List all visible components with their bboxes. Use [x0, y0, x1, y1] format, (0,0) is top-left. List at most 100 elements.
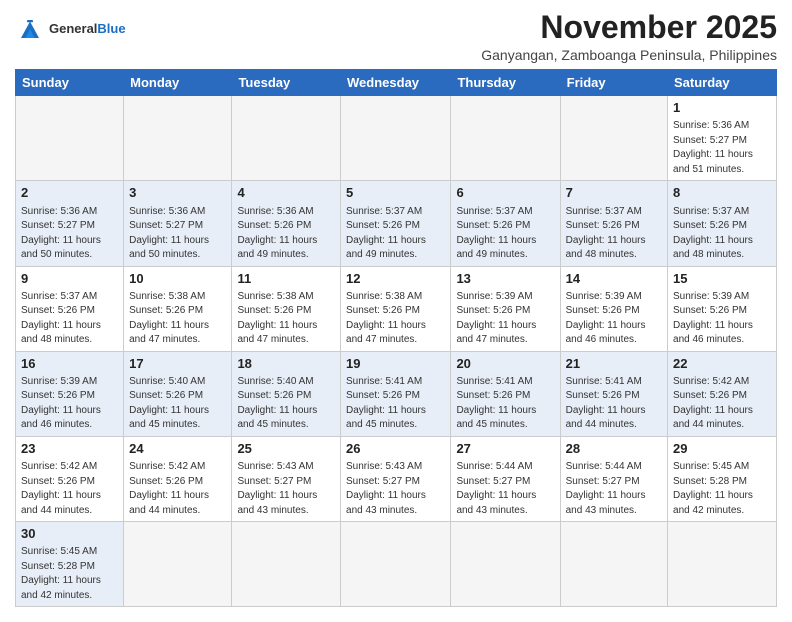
calendar-week-row: 16 Sunrise: 5:39 AMSunset: 5:26 PMDayligh… [16, 351, 777, 436]
calendar-day-cell: 13Sunrise: 5:39 AMSunset: 5:26 PMDayligh… [451, 266, 560, 351]
calendar-day-header: Monday [124, 70, 232, 96]
calendar-day-cell [232, 96, 341, 181]
calendar-day-cell: 5Sunrise: 5:37 AMSunset: 5:26 PMDaylight… [341, 181, 451, 266]
calendar-day-cell: 8 Sunrise: 5:37 AMSunset: 5:26 PMDaylight… [668, 181, 777, 266]
calendar-day-cell: 11 Sunrise: 5:38 AMSunset: 5:26 PMDayligh… [232, 266, 341, 351]
day-number: 6 [456, 184, 554, 202]
day-info: Sunrise: 5:41 AMSunset: 5:26 PMDaylight:… [456, 375, 554, 433]
day-info: Sunrise: 5:42 AMSunset: 5:26 PMDaylight:… [21, 460, 118, 518]
day-info: Sunrise: 5:45 AMSunset: 5:28 PMDaylight:… [21, 545, 118, 603]
calendar-day-header: Friday [560, 70, 667, 96]
calendar-day-cell: 16 Sunrise: 5:39 AMSunset: 5:26 PMDayligh… [16, 351, 124, 436]
calendar-day-cell: 3 Sunrise: 5:36 AMSunset: 5:27 PMDaylight… [124, 181, 232, 266]
day-number: 11 [237, 270, 335, 288]
day-info: Sunrise: 5:41 AMSunset: 5:26 PMDaylight:… [346, 375, 445, 433]
calendar-week-row: 9 Sunrise: 5:37 AMSunset: 5:26 PMDaylight… [16, 266, 777, 351]
calendar-day-cell: 14Sunrise: 5:39 AMSunset: 5:26 PMDayligh… [560, 266, 667, 351]
day-info: Sunrise: 5:39 AMSunset: 5:26 PMDaylight:… [566, 290, 662, 348]
calendar-day-cell [451, 96, 560, 181]
day-number: 17 [129, 355, 226, 373]
calendar-day-cell: 20 Sunrise: 5:41 AMSunset: 5:26 PMDayligh… [451, 351, 560, 436]
day-number: 8 [673, 184, 771, 202]
day-number: 9 [21, 270, 118, 288]
day-info: Sunrise: 5:37 AMSunset: 5:26 PMDaylight:… [673, 205, 771, 263]
calendar-day-cell [16, 96, 124, 181]
day-number: 30 [21, 525, 118, 543]
day-number: 28 [566, 440, 662, 458]
day-number: 25 [237, 440, 335, 458]
day-number: 27 [456, 440, 554, 458]
day-number: 5 [346, 184, 445, 202]
day-info: Sunrise: 5:44 AMSunset: 5:27 PMDaylight:… [456, 460, 554, 518]
day-info: Sunrise: 5:45 AMSunset: 5:28 PMDaylight:… [673, 460, 771, 518]
calendar-table: SundayMondayTuesdayWednesdayThursdayFrid… [15, 69, 777, 607]
day-info: Sunrise: 5:37 AMSunset: 5:26 PMDaylight:… [21, 290, 118, 348]
calendar-day-cell: 2 Sunrise: 5:36 AMSunset: 5:27 PMDaylight… [16, 181, 124, 266]
day-number: 16 [21, 355, 118, 373]
day-number: 7 [566, 184, 662, 202]
day-number: 2 [21, 184, 118, 202]
day-number: 22 [673, 355, 771, 373]
calendar-day-cell: 19 Sunrise: 5:41 AMSunset: 5:26 PMDayligh… [341, 351, 451, 436]
calendar-day-cell [668, 522, 777, 607]
generalblue-logo-icon [15, 14, 45, 44]
day-number: 12 [346, 270, 445, 288]
day-info: Sunrise: 5:38 AMSunset: 5:26 PMDaylight:… [346, 290, 445, 348]
calendar-day-cell: 9 Sunrise: 5:37 AMSunset: 5:26 PMDaylight… [16, 266, 124, 351]
day-number: 19 [346, 355, 445, 373]
calendar-day-cell: 28 Sunrise: 5:44 AMSunset: 5:27 PMDayligh… [560, 436, 667, 521]
page: GeneralBlue November 2025 Ganyangan, Zam… [0, 0, 792, 622]
day-number: 21 [566, 355, 662, 373]
day-info: Sunrise: 5:36 AMSunset: 5:27 PMDaylight:… [21, 205, 118, 263]
logo: GeneralBlue [15, 14, 126, 44]
calendar-day-header: Sunday [16, 70, 124, 96]
calendar-day-cell: 21Sunrise: 5:41 AMSunset: 5:26 PMDayligh… [560, 351, 667, 436]
day-number: 3 [129, 184, 226, 202]
calendar-week-row: 30 Sunrise: 5:45 AMSunset: 5:28 PMDayligh… [16, 522, 777, 607]
day-number: 18 [237, 355, 335, 373]
calendar-day-cell [451, 522, 560, 607]
location-subtitle: Ganyangan, Zamboanga Peninsula, Philippi… [481, 47, 777, 63]
calendar-day-header: Saturday [668, 70, 777, 96]
calendar-week-row: 23 Sunrise: 5:42 AMSunset: 5:26 PMDayligh… [16, 436, 777, 521]
calendar-day-cell: 10Sunrise: 5:38 AMSunset: 5:26 PMDayligh… [124, 266, 232, 351]
calendar-day-cell: 7Sunrise: 5:37 AMSunset: 5:26 PMDaylight… [560, 181, 667, 266]
title-block: November 2025 Ganyangan, Zamboanga Penin… [481, 10, 777, 63]
calendar-day-cell [124, 96, 232, 181]
calendar-day-cell [232, 522, 341, 607]
day-info: Sunrise: 5:39 AMSunset: 5:26 PMDaylight:… [456, 290, 554, 348]
calendar-day-cell: 1Sunrise: 5:36 AMSunset: 5:27 PMDaylight… [668, 96, 777, 181]
day-info: Sunrise: 5:42 AMSunset: 5:26 PMDaylight:… [129, 460, 226, 518]
day-info: Sunrise: 5:36 AMSunset: 5:26 PMDaylight:… [237, 205, 335, 263]
day-number: 1 [673, 99, 771, 117]
day-info: Sunrise: 5:38 AMSunset: 5:26 PMDaylight:… [129, 290, 226, 348]
calendar-day-cell [560, 522, 667, 607]
calendar-week-row: 1Sunrise: 5:36 AMSunset: 5:27 PMDaylight… [16, 96, 777, 181]
day-info: Sunrise: 5:36 AMSunset: 5:27 PMDaylight:… [129, 205, 226, 263]
calendar-day-cell: 30 Sunrise: 5:45 AMSunset: 5:28 PMDayligh… [16, 522, 124, 607]
day-info: Sunrise: 5:38 AMSunset: 5:26 PMDaylight:… [237, 290, 335, 348]
calendar-day-cell: 25Sunrise: 5:43 AMSunset: 5:27 PMDayligh… [232, 436, 341, 521]
calendar-day-header: Wednesday [341, 70, 451, 96]
day-number: 20 [456, 355, 554, 373]
calendar-day-cell: 15Sunrise: 5:39 AMSunset: 5:26 PMDayligh… [668, 266, 777, 351]
day-number: 26 [346, 440, 445, 458]
day-number: 24 [129, 440, 226, 458]
calendar-day-cell [341, 96, 451, 181]
logo-general: General [49, 21, 97, 36]
day-info: Sunrise: 5:39 AMSunset: 5:26 PMDaylight:… [21, 375, 118, 433]
calendar-day-cell: 24 Sunrise: 5:42 AMSunset: 5:26 PMDayligh… [124, 436, 232, 521]
day-info: Sunrise: 5:43 AMSunset: 5:27 PMDaylight:… [346, 460, 445, 518]
calendar-week-row: 2 Sunrise: 5:36 AMSunset: 5:27 PMDaylight… [16, 181, 777, 266]
calendar-header-row: SundayMondayTuesdayWednesdayThursdayFrid… [16, 70, 777, 96]
calendar-day-cell [341, 522, 451, 607]
calendar-day-cell: 17Sunrise: 5:40 AMSunset: 5:26 PMDayligh… [124, 351, 232, 436]
day-info: Sunrise: 5:44 AMSunset: 5:27 PMDaylight:… [566, 460, 662, 518]
day-info: Sunrise: 5:40 AMSunset: 5:26 PMDaylight:… [237, 375, 335, 433]
day-info: Sunrise: 5:42 AMSunset: 5:26 PMDaylight:… [673, 375, 771, 433]
calendar-day-cell: 27 Sunrise: 5:44 AMSunset: 5:27 PMDayligh… [451, 436, 560, 521]
day-number: 23 [21, 440, 118, 458]
day-info: Sunrise: 5:37 AMSunset: 5:26 PMDaylight:… [456, 205, 554, 263]
calendar-day-cell: 29Sunrise: 5:45 AMSunset: 5:28 PMDayligh… [668, 436, 777, 521]
month-title: November 2025 [481, 10, 777, 45]
